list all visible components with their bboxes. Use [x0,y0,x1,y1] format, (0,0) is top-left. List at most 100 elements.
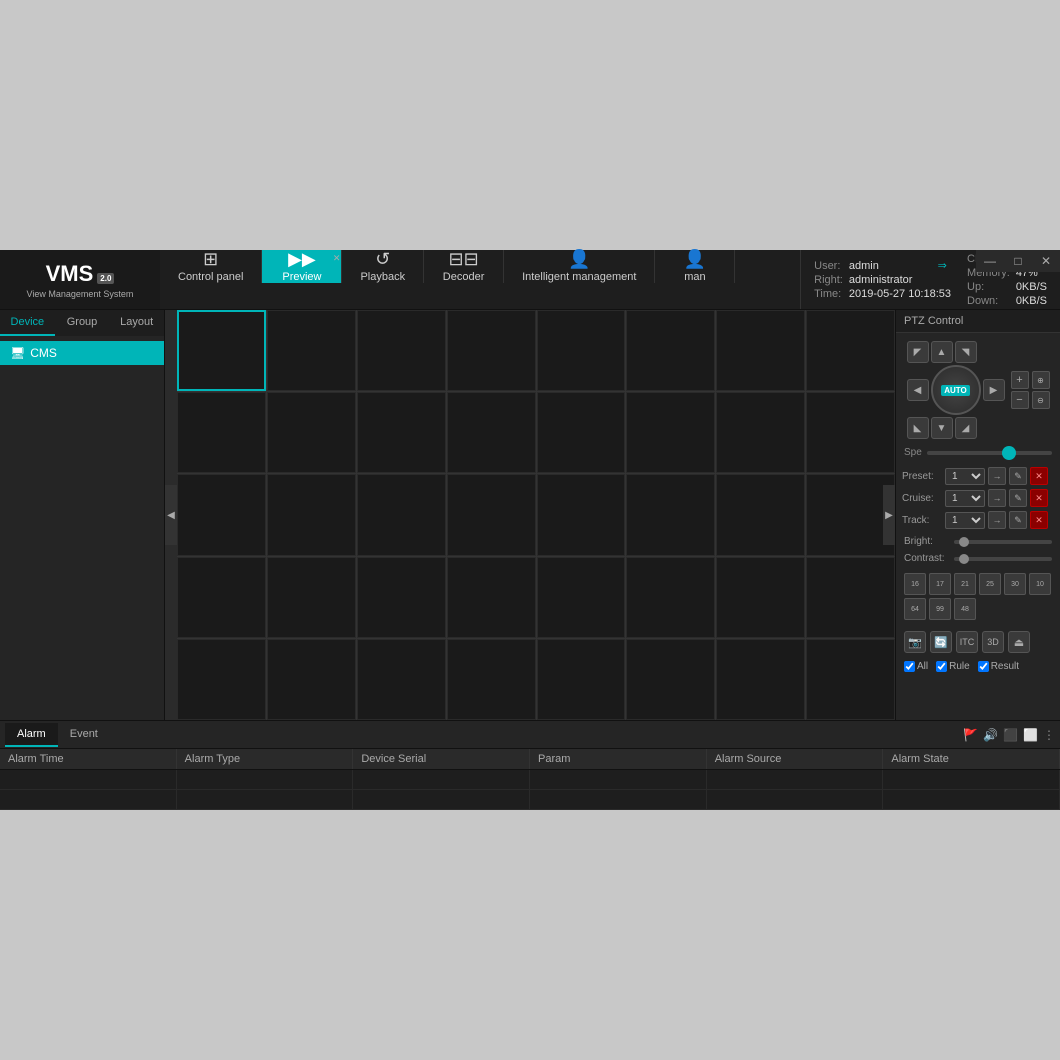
grid-cell-33[interactable] [267,639,356,720]
ptz-iris-close[interactable]: ⊖ [1032,391,1050,409]
grid-cell-11[interactable] [447,392,536,473]
alarm-minimize-btn[interactable]: ⬜ [1023,728,1038,742]
grid-cell-19[interactable] [447,474,536,555]
grid-cell-34[interactable] [357,639,446,720]
preview-close[interactable]: ✕ [333,253,341,264]
alarm-flag-btn[interactable]: 🚩 [963,728,978,742]
sidebar-item-cms[interactable]: 🖥 CMS [0,341,164,365]
eject-btn[interactable]: ⏏ [1008,631,1030,653]
alarm-more-btn[interactable]: ⋮ [1043,728,1055,742]
track-delete[interactable]: ✕ [1030,511,1048,529]
ptz-down[interactable]: ▼ [931,417,953,439]
grid-cell-32[interactable] [177,639,266,720]
track-edit[interactable]: ✎ [1009,511,1027,529]
3d-btn[interactable]: 3D [982,631,1004,653]
tab-layout[interactable]: Layout [109,310,164,336]
ptz-down-left[interactable]: ◣ [907,417,929,439]
tab-group[interactable]: Group [55,310,110,336]
preset-goto[interactable]: → [988,467,1006,485]
nav-man[interactable]: 👤 man [655,250,735,283]
grid-cell-35[interactable] [447,639,536,720]
grid-cell-27[interactable] [447,557,536,638]
tab-alarm[interactable]: Alarm [5,723,58,747]
grid-cell-10[interactable] [357,392,446,473]
rotate-btn[interactable]: 🔄 [930,631,952,653]
track-select[interactable]: 1 [945,512,985,529]
preset-select[interactable]: 1 [945,468,985,485]
checkbox-result-label[interactable]: Result [978,661,1019,672]
grid-cell-30[interactable] [716,557,805,638]
alarm-expand-btn[interactable]: ⬛ [1003,728,1018,742]
grid-cell-17[interactable] [267,474,356,555]
grid-cell-28[interactable] [537,557,626,638]
grid-cell-6[interactable] [716,310,805,391]
ptz-left[interactable]: ◀ [907,379,929,401]
ptz-up[interactable]: ▲ [931,341,953,363]
collapse-right-arrow[interactable]: ▶ [883,485,895,545]
cruise-goto[interactable]: → [988,489,1006,507]
nav-decoder[interactable]: ⊟⊟ Decoder [424,250,504,283]
nav-control-panel[interactable]: ⊞ Control panel [160,250,262,283]
preset-delete[interactable]: ✕ [1030,467,1048,485]
layout-btn-17[interactable]: 17 [929,573,951,595]
grid-cell-24[interactable] [177,557,266,638]
ptz-iris-open[interactable]: ⊕ [1032,371,1050,389]
grid-cell-18[interactable] [357,474,446,555]
nav-intelligent[interactable]: 👤 Intelligent management [504,250,655,283]
grid-cell-25[interactable] [267,557,356,638]
grid-cell-8[interactable] [177,392,266,473]
checkbox-all[interactable] [904,661,915,672]
grid-cell-20[interactable] [537,474,626,555]
close-btn[interactable]: ✕ [1032,250,1060,272]
preset-save[interactable]: ✎ [1009,467,1027,485]
ptz-down-right[interactable]: ◢ [955,417,977,439]
grid-cell-26[interactable] [357,557,446,638]
checkbox-rule-label[interactable]: Rule [936,661,970,672]
cruise-delete[interactable]: ✕ [1030,489,1048,507]
nav-preview[interactable]: ▶▶ Preview [262,250,342,283]
grid-cell-1[interactable] [267,310,356,391]
grid-cell-7[interactable] [806,310,895,391]
layout-btn-16[interactable]: 16 [904,573,926,595]
checkbox-rule[interactable] [936,661,947,672]
ptz-right[interactable]: ▶ [983,379,1005,401]
bright-slider[interactable] [954,540,1052,544]
contrast-slider[interactable] [954,557,1052,561]
cruise-select[interactable]: 1 [945,490,985,507]
track-goto[interactable]: → [988,511,1006,529]
layout-btn-10[interactable]: 10 [1029,573,1051,595]
ptz-up-left[interactable]: ◤ [907,341,929,363]
cruise-edit[interactable]: ✎ [1009,489,1027,507]
checkbox-all-label[interactable]: All [904,661,928,672]
grid-cell-5[interactable] [626,310,715,391]
alarm-sound-btn[interactable]: 🔊 [983,728,998,742]
grid-cell-4[interactable] [537,310,626,391]
grid-cell-15[interactable] [806,392,895,473]
minimize-btn[interactable]: — [976,250,1004,272]
grid-cell-31[interactable] [806,557,895,638]
ptz-zoom-plus[interactable]: + [1011,371,1029,389]
grid-cell-22[interactable] [716,474,805,555]
grid-cell-9[interactable] [267,392,356,473]
ptz-up-right[interactable]: ◥ [955,341,977,363]
grid-cell-21[interactable] [626,474,715,555]
layout-btn-48[interactable]: 48 [954,598,976,620]
layout-btn-25[interactable]: 25 [979,573,1001,595]
itc-btn[interactable]: ITC [956,631,978,653]
grid-cell-38[interactable] [716,639,805,720]
logout-btn[interactable]: ⇒ [938,259,947,272]
tab-event[interactable]: Event [58,723,110,747]
collapse-left-arrow[interactable]: ◀ [165,485,177,545]
layout-btn-99[interactable]: 99 [929,598,951,620]
grid-cell-39[interactable] [806,639,895,720]
speed-slider[interactable] [927,451,1052,455]
grid-cell-2[interactable] [357,310,446,391]
layout-btn-64[interactable]: 64 [904,598,926,620]
screenshot-btn[interactable]: 📷 [904,631,926,653]
grid-cell-36[interactable] [537,639,626,720]
checkbox-result[interactable] [978,661,989,672]
grid-cell-37[interactable] [626,639,715,720]
grid-cell-12[interactable] [537,392,626,473]
grid-cell-13[interactable] [626,392,715,473]
ptz-center[interactable]: AUTO [931,365,981,415]
